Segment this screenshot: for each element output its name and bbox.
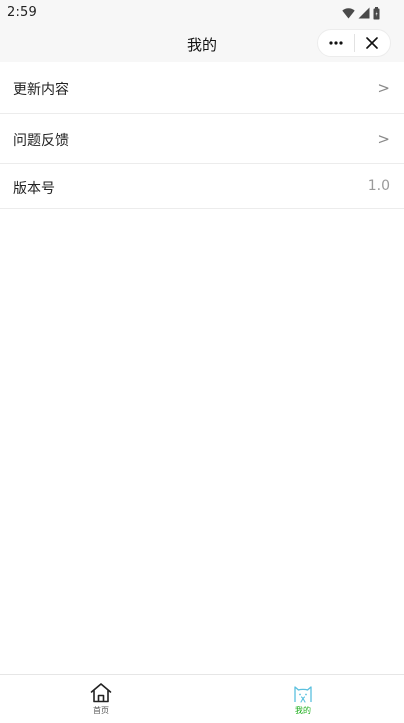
chevron-right-icon: > — [377, 130, 390, 148]
battery-icon — [373, 6, 380, 19]
chevron-right-icon: > — [377, 79, 390, 97]
list-item-version: 版本号 1.0 — [0, 164, 404, 209]
list-item-update-content[interactable]: 更新内容 > — [0, 63, 404, 114]
close-button[interactable] — [354, 30, 390, 56]
version-value: 1.0 — [367, 178, 390, 194]
home-icon — [90, 683, 112, 703]
settings-list: 更新内容 > 问题反馈 > 版本号 1.0 — [0, 63, 404, 209]
tab-mine[interactable]: 我的 — [202, 675, 404, 723]
status-time: 2:59 — [7, 5, 37, 20]
signal-icon — [358, 7, 370, 19]
tab-label: 首页 — [93, 706, 109, 715]
nav-bar: 我的 — [0, 26, 404, 62]
more-button[interactable] — [318, 30, 354, 56]
list-item-label: 问题反馈 — [13, 133, 69, 149]
status-bar: 2:59 — [0, 0, 404, 26]
tab-bar: 首页 我的 — [0, 674, 404, 722]
more-dots-icon — [329, 41, 343, 45]
tab-label: 我的 — [295, 706, 311, 715]
wifi-icon — [342, 8, 355, 19]
app-screen: 2:59 我的 更新内容 > 问题反馈 > 版本号 1.0 首页 我的 — [0, 0, 404, 722]
cat-face-icon — [294, 686, 312, 703]
list-item-feedback[interactable]: 问题反馈 > — [0, 114, 404, 164]
list-item-label: 版本号 — [13, 181, 55, 197]
status-icons — [342, 6, 380, 20]
mini-program-capsule — [317, 29, 391, 57]
list-item-label: 更新内容 — [13, 82, 69, 98]
tab-home[interactable]: 首页 — [0, 675, 202, 723]
close-icon — [366, 37, 379, 49]
